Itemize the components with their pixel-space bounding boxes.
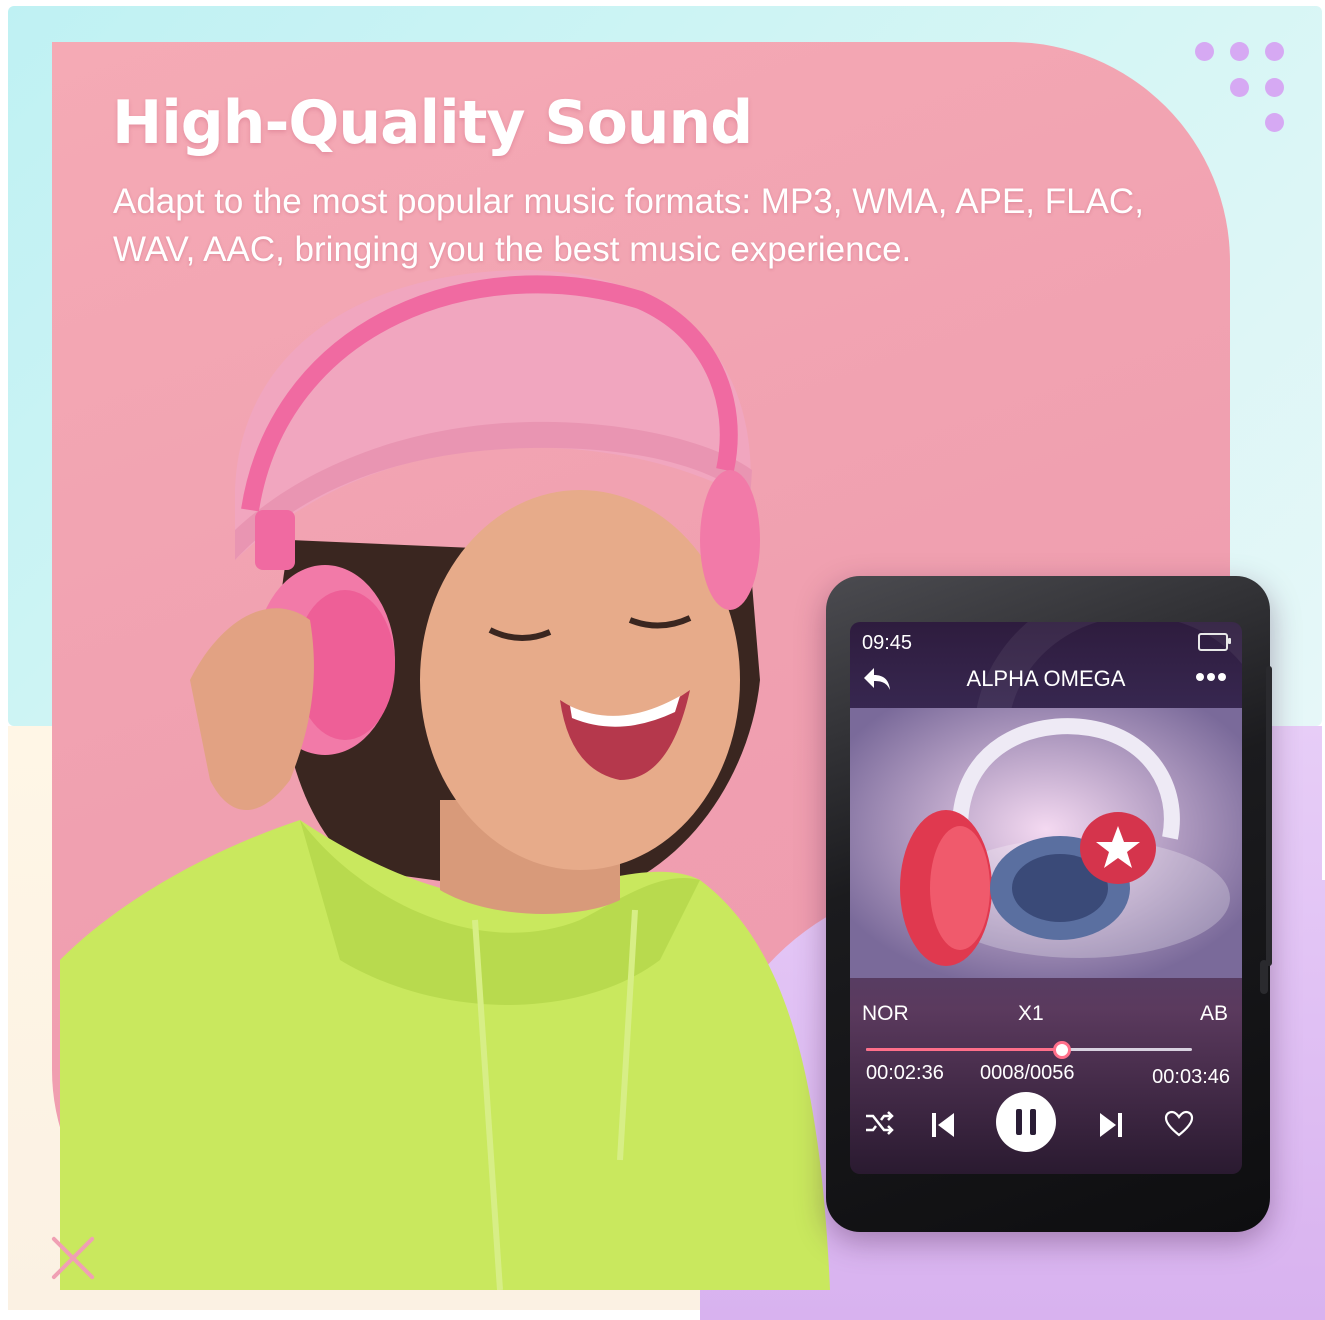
song-title: ALPHA OMEGA [966,666,1126,691]
side-button[interactable] [1266,666,1272,966]
headline: High-Quality Sound [112,88,753,158]
pause-icon [1016,1109,1036,1135]
dots-decoration [1190,40,1290,140]
elapsed-time: 00:02:36 [866,1062,944,1084]
ab-repeat-label[interactable]: AB [1200,1002,1228,1026]
close-x-icon [48,1234,96,1282]
speed-label[interactable]: X1 [1018,1002,1044,1026]
more-options-icon[interactable] [1194,670,1228,684]
pause-button[interactable] [996,1092,1056,1152]
track-counter: 0008/0056 [980,1062,1075,1084]
next-track-icon[interactable] [1098,1110,1124,1140]
progress-fill [866,1048,1062,1051]
play-mode-label[interactable]: NOR [862,1002,909,1026]
woman-with-headphones-illustration [60,270,830,1290]
clock: 09:45 [862,632,913,654]
heart-icon[interactable] [1164,1110,1194,1138]
previous-track-icon[interactable] [930,1110,956,1140]
power-button[interactable] [1260,960,1268,994]
mp3-player: 09:45 ALPHA OMEGA NOR X1 AB 00:02:36 000… [826,576,1272,1232]
progress-thumb[interactable] [1052,1041,1071,1059]
progress-bar[interactable] [866,1041,1192,1059]
total-time: 00:03:46 [1152,1066,1230,1088]
player-screen: 09:45 ALPHA OMEGA NOR X1 AB 00:02:36 000… [850,622,1242,1174]
album-art [850,708,1242,978]
shuffle-icon[interactable] [864,1110,894,1136]
battery-icon [1198,633,1231,651]
